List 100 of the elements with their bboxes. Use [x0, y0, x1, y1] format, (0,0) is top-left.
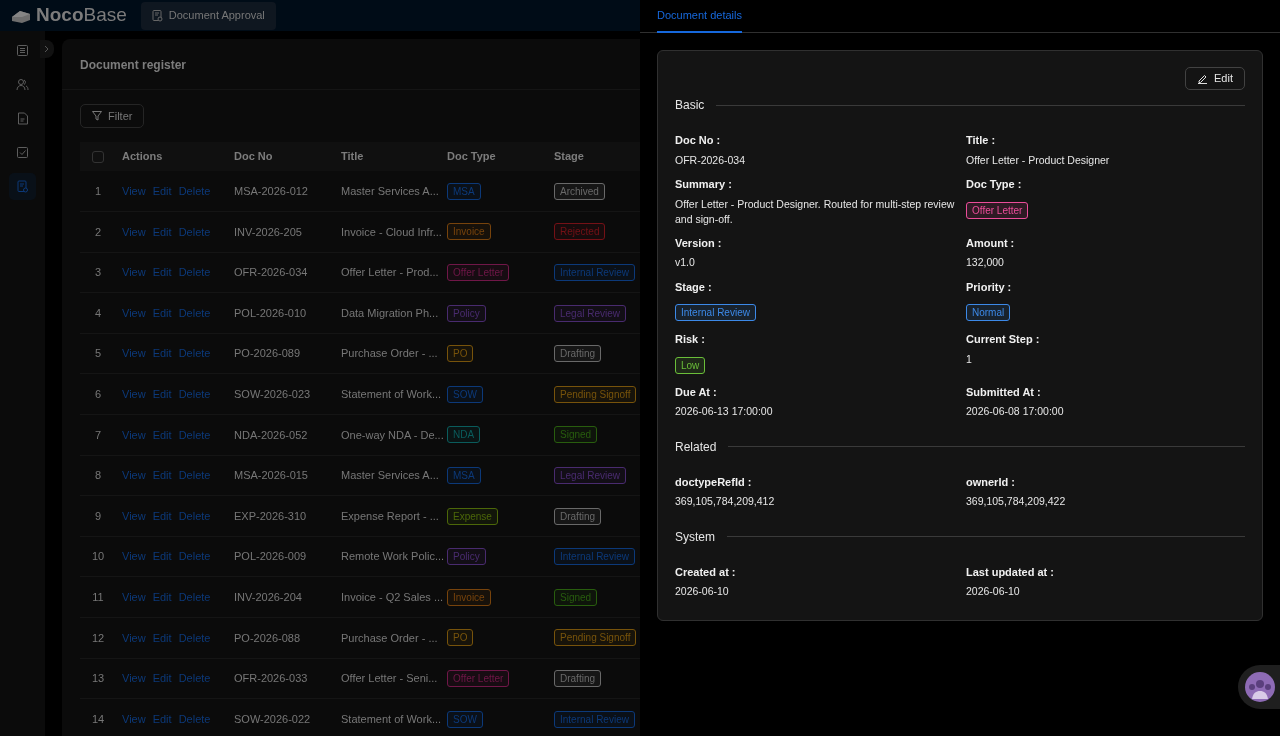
- column-header: Actions: [122, 150, 163, 163]
- tab[interactable]: Document details: [657, 0, 742, 33]
- table-cell: Master Services A...: [341, 469, 439, 482]
- action-link[interactable]: View: [122, 591, 146, 603]
- table-cell: Offer Letter - Prod...: [341, 266, 439, 279]
- tag: Offer Letter: [966, 201, 1029, 219]
- tag: PO: [447, 345, 474, 363]
- table-cell: Invoice - Cloud Infr...: [341, 225, 442, 238]
- action-link[interactable]: Edit: [152, 631, 172, 644]
- action-link[interactable]: Edit: [152, 266, 172, 279]
- action-link[interactable]: Edit: [152, 509, 172, 522]
- action-link[interactable]: View: [122, 550, 146, 563]
- action-link[interactable]: View: [122, 631, 146, 644]
- select-all-checkbox[interactable]: [92, 151, 104, 164]
- action-link[interactable]: Delete: [178, 631, 211, 644]
- tag: SOW: [447, 710, 483, 728]
- action-link[interactable]: Edit: [152, 306, 172, 319]
- action-link[interactable]: View: [122, 347, 146, 360]
- row-number: 9: [94, 509, 102, 522]
- action-link[interactable]: Edit: [152, 388, 172, 400]
- table-cell: Invoice - Q2 Sales ...: [341, 591, 444, 603]
- tag: Drafting: [554, 669, 601, 687]
- tag: Internal Review: [554, 710, 635, 728]
- action-link[interactable]: Edit: [152, 428, 172, 441]
- tag: Legal Review: [554, 466, 627, 484]
- action-link[interactable]: View: [122, 184, 146, 197]
- field-label: Created at :: [675, 564, 737, 580]
- row-number: 2: [94, 225, 102, 238]
- field-label: Doc No :: [675, 133, 722, 148]
- tag: Pending Signoff: [554, 629, 637, 647]
- column-header: Stage: [554, 150, 584, 163]
- tag: Invoice: [447, 223, 491, 241]
- field-label: Version :: [675, 235, 723, 251]
- action-link[interactable]: Delete: [178, 428, 211, 441]
- field-value: Offer Letter - Product Designer. Routed for multi-step review and sign-off.: [675, 196, 956, 227]
- row-number: 7: [94, 428, 102, 441]
- edit-button[interactable]: Edit: [1185, 67, 1245, 90]
- action-link[interactable]: View: [122, 712, 146, 725]
- action-link[interactable]: Edit: [152, 550, 172, 563]
- tag: Policy: [447, 304, 486, 322]
- expand-button[interactable]: [40, 40, 54, 58]
- menu-tab[interactable]: Document Approval: [140, 1, 276, 30]
- field-value: v1.0: [675, 255, 696, 270]
- pencil-icon: [1197, 73, 1209, 84]
- table-cell: SOW-2026-023: [234, 388, 311, 400]
- tag: Expense: [447, 507, 498, 525]
- users-icon: [16, 78, 29, 91]
- field-label: ownerId :: [966, 474, 1016, 490]
- action-link[interactable]: Delete: [178, 347, 211, 360]
- field-label: Last updated at :: [966, 564, 1055, 580]
- action-link[interactable]: Edit: [152, 347, 172, 360]
- field-label: Summary :: [675, 177, 733, 192]
- tag: Signed: [554, 426, 598, 444]
- action-link[interactable]: Delete: [178, 550, 211, 563]
- action-link[interactable]: View: [122, 266, 146, 279]
- filter-button[interactable]: Filter: [80, 104, 145, 128]
- table-cell: NDA-2026-052: [234, 428, 308, 441]
- action-link[interactable]: View: [122, 388, 146, 400]
- table-cell: Statement of Work...: [341, 712, 442, 725]
- column-header: Doc Type: [447, 150, 496, 163]
- people-icon: [1245, 672, 1275, 702]
- row-number: 5: [94, 347, 102, 360]
- action-link[interactable]: Delete: [178, 509, 211, 522]
- field-value: 369,105,784,209,412: [675, 494, 776, 509]
- row-number: 4: [94, 306, 102, 319]
- action-link[interactable]: Edit: [152, 225, 172, 238]
- table-cell: Offer Letter - Seni...: [341, 672, 438, 685]
- list-icon: [16, 44, 29, 57]
- action-link[interactable]: Edit: [152, 712, 172, 725]
- action-link[interactable]: View: [122, 469, 146, 482]
- action-link[interactable]: Delete: [178, 184, 211, 197]
- action-link[interactable]: View: [122, 428, 146, 441]
- action-link[interactable]: View: [122, 509, 146, 522]
- row-number: 10: [91, 550, 105, 563]
- tag: Internal Review: [554, 264, 635, 281]
- action-link[interactable]: Delete: [178, 591, 211, 603]
- action-link[interactable]: Edit: [152, 184, 172, 197]
- action-link[interactable]: Edit: [152, 672, 172, 685]
- action-link[interactable]: Edit: [152, 591, 172, 603]
- field-value: 2026-06-13 17:00:00: [675, 404, 774, 419]
- action-link[interactable]: Delete: [178, 469, 211, 482]
- field-label: Current Step :: [966, 332, 1041, 347]
- action-link[interactable]: Delete: [178, 225, 211, 238]
- action-link[interactable]: Delete: [178, 266, 211, 279]
- field-value: OFR-2026-034: [675, 152, 747, 168]
- action-link[interactable]: Delete: [178, 712, 211, 725]
- tag: Offer Letter: [447, 669, 510, 687]
- assistant-button[interactable]: [1238, 665, 1280, 709]
- field-label: Doc Type :: [966, 177, 1023, 192]
- action-link[interactable]: Delete: [178, 672, 211, 685]
- action-link[interactable]: View: [122, 672, 146, 685]
- action-link[interactable]: View: [122, 225, 146, 238]
- table-cell: POL-2026-009: [234, 550, 307, 563]
- action-link[interactable]: Edit: [152, 469, 172, 482]
- action-link[interactable]: Delete: [178, 306, 211, 319]
- tag: Normal: [966, 304, 1011, 321]
- field-value: 2026-06-10: [966, 584, 1021, 599]
- action-link[interactable]: Delete: [178, 388, 211, 400]
- action-link[interactable]: View: [122, 306, 146, 319]
- row-number: 11: [92, 591, 104, 603]
